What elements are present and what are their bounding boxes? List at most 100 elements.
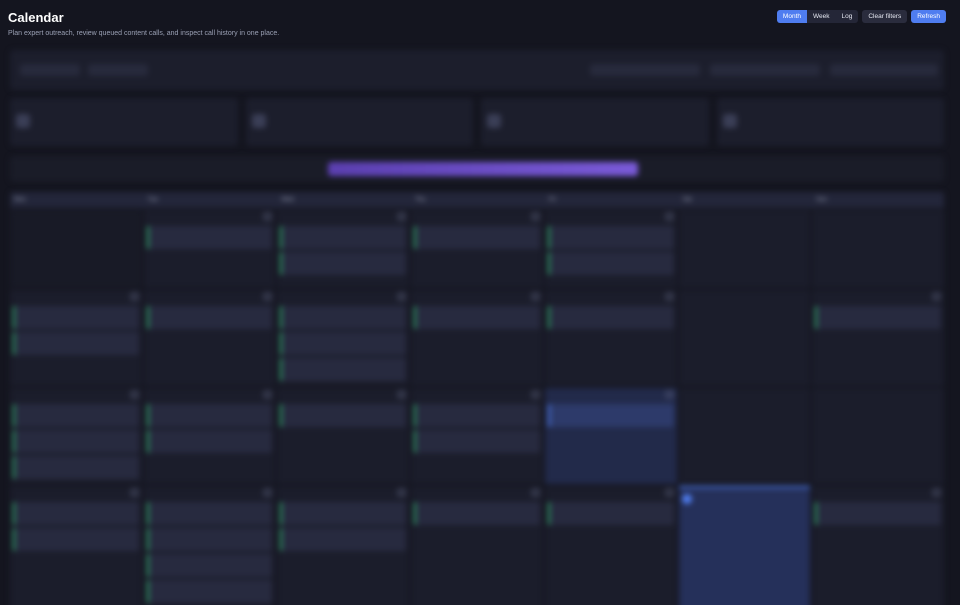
add-event-icon[interactable] (130, 293, 138, 300)
add-event-icon[interactable] (130, 391, 138, 398)
calendar-day[interactable] (678, 290, 811, 386)
calendar-day[interactable] (10, 486, 142, 605)
filter-field[interactable] (830, 64, 938, 76)
add-event-icon[interactable] (531, 489, 539, 496)
filter-field[interactable] (20, 64, 80, 76)
calendar-event[interactable] (13, 332, 139, 355)
view-week-button[interactable]: Week (807, 10, 836, 23)
add-event-icon[interactable] (398, 391, 406, 398)
calendar-event[interactable] (414, 404, 540, 427)
calendar-event[interactable] (414, 430, 540, 453)
calendar-event[interactable] (13, 528, 139, 551)
add-event-icon[interactable] (130, 489, 138, 496)
calendar-event[interactable] (146, 580, 273, 603)
calendar-day[interactable] (411, 210, 543, 288)
calendar-event[interactable] (146, 306, 273, 329)
add-event-icon[interactable] (932, 293, 940, 300)
calendar-grid (10, 210, 944, 605)
calendar-day[interactable] (10, 290, 142, 386)
calendar-day[interactable] (411, 388, 543, 484)
add-event-icon[interactable] (264, 489, 272, 496)
calendar-event[interactable] (815, 306, 941, 329)
filter-field[interactable] (590, 64, 700, 76)
day-number (414, 391, 540, 401)
calendar-event[interactable] (414, 306, 540, 329)
add-event-icon[interactable] (398, 293, 406, 300)
calendar-event[interactable] (146, 226, 273, 249)
stat-icon (16, 114, 30, 128)
calendar-event[interactable] (547, 306, 674, 329)
calendar-day[interactable] (277, 290, 410, 386)
calendar-event[interactable] (280, 332, 407, 355)
add-event-icon[interactable] (932, 489, 940, 496)
calendar-event[interactable] (280, 502, 407, 525)
calendar-event[interactable] (280, 226, 407, 249)
calendar-event[interactable] (280, 252, 407, 275)
calendar-event[interactable] (547, 226, 674, 249)
filter-field[interactable] (710, 64, 820, 76)
calendar-day[interactable] (812, 486, 944, 605)
calendar-event[interactable] (280, 306, 407, 329)
calendar-event[interactable] (146, 528, 273, 551)
add-event-icon[interactable] (398, 489, 406, 496)
add-event-icon[interactable] (264, 391, 272, 398)
calendar-event[interactable] (13, 456, 139, 479)
calendar-day[interactable] (544, 210, 677, 288)
view-log-button[interactable]: Log (836, 10, 859, 23)
calendar-event[interactable] (547, 252, 674, 275)
calendar-day[interactable] (812, 388, 944, 484)
calendar-day[interactable] (277, 486, 410, 605)
add-event-icon[interactable] (665, 213, 673, 220)
calendar-event[interactable] (280, 358, 407, 381)
calendar-event[interactable] (547, 404, 674, 427)
calendar-event[interactable] (146, 430, 273, 453)
calendar-day[interactable] (678, 486, 811, 605)
calendar-day[interactable] (812, 290, 944, 386)
view-month-button[interactable]: Month (776, 10, 807, 23)
calendar-day[interactable] (411, 290, 543, 386)
calendar-day[interactable] (277, 388, 410, 484)
calendar-event[interactable] (414, 502, 540, 525)
calendar-day[interactable] (277, 210, 410, 288)
calendar-event[interactable] (414, 226, 540, 249)
weekday-label: Mon (14, 197, 26, 203)
calendar-event[interactable] (13, 306, 139, 329)
calendar-day[interactable] (143, 486, 276, 605)
calendar-day[interactable] (544, 486, 677, 605)
calendar-day[interactable] (544, 388, 677, 484)
calendar-day[interactable] (544, 290, 677, 386)
add-event-icon[interactable] (531, 293, 539, 300)
add-event-icon[interactable] (531, 391, 539, 398)
calendar-event[interactable] (815, 502, 941, 525)
calendar-day[interactable] (143, 210, 276, 288)
calendar-event[interactable] (146, 404, 273, 427)
add-event-icon[interactable] (665, 489, 673, 496)
day-number (682, 213, 808, 223)
refresh-button[interactable]: Refresh (911, 10, 946, 23)
calendar-day[interactable] (812, 210, 944, 288)
add-event-icon[interactable] (665, 391, 673, 398)
calendar-event[interactable] (280, 528, 407, 551)
add-event-icon[interactable] (398, 213, 406, 220)
add-event-icon[interactable] (264, 293, 272, 300)
add-event-icon[interactable] (665, 293, 673, 300)
calendar-day[interactable] (10, 210, 142, 288)
calendar-event[interactable] (146, 554, 273, 577)
calendar-event[interactable] (13, 430, 139, 453)
add-event-icon[interactable] (264, 213, 272, 220)
calendar-day[interactable] (678, 388, 811, 484)
calendar-event[interactable] (547, 502, 674, 525)
day-number (147, 293, 273, 303)
calendar-event[interactable] (280, 404, 407, 427)
filter-field[interactable] (88, 64, 148, 76)
calendar-day[interactable] (10, 388, 142, 484)
calendar-event[interactable] (13, 502, 139, 525)
calendar-day[interactable] (678, 210, 811, 288)
add-event-icon[interactable] (531, 213, 539, 220)
clear-filters-button[interactable]: Clear filters (862, 10, 908, 23)
calendar-event[interactable] (13, 404, 139, 427)
calendar-day[interactable] (143, 290, 276, 386)
calendar-day[interactable] (411, 486, 543, 605)
calendar-day[interactable] (143, 388, 276, 484)
calendar-event[interactable] (146, 502, 273, 525)
